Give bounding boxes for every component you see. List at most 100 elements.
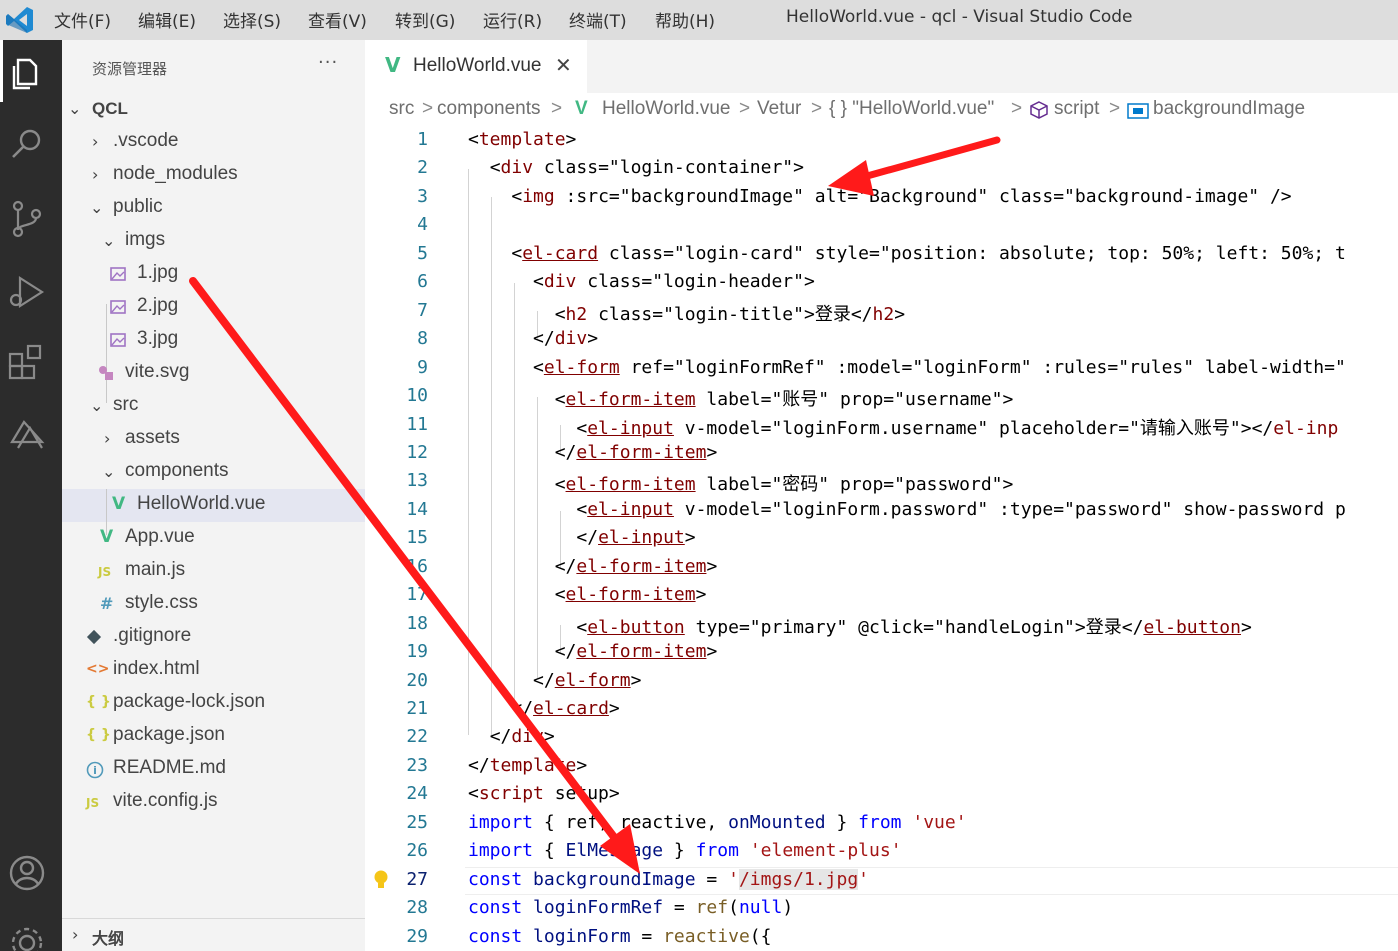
code-line[interactable]: 20 </el-form> (365, 668, 1398, 696)
code-line[interactable]: 18 <el-button type="primary" @click="han… (365, 611, 1398, 639)
code-line[interactable]: 6 <div class="login-header"> (365, 269, 1398, 297)
editor-area: V HelloWorld.vue ✕ src > components > V … (365, 40, 1398, 951)
code-line[interactable]: 7 <h2 class="login-title">登录</h2> (365, 298, 1398, 326)
code-line[interactable]: 19 </el-form-item> (365, 639, 1398, 667)
extensions-icon[interactable] (4, 340, 50, 386)
code-line[interactable]: 25 import { ref, reactive, onMounted } fr… (365, 810, 1398, 838)
menu-terminal[interactable]: 终端(T) (569, 7, 627, 32)
tree-item-helloworld-vue[interactable]: V HelloWorld.vue (62, 489, 365, 522)
tab-helloworld-vue[interactable]: V HelloWorld.vue ✕ (365, 40, 587, 93)
tree-item-components[interactable]: ⌄ components (62, 456, 365, 489)
code-text: <el-form-item> (554, 584, 707, 606)
line-number: 1 (417, 129, 428, 150)
menu-selection[interactable]: 选择(S) (223, 7, 281, 32)
breadcrumb-item[interactable]: backgroundImage (1153, 98, 1305, 120)
tree-item-imgs[interactable]: ⌄ imgs (62, 225, 365, 258)
code-line[interactable]: 29 const loginForm = reactive({ (365, 924, 1398, 951)
tree-item-3-jpg[interactable]: 3.jpg (62, 324, 365, 357)
tab-bar: V HelloWorld.vue ✕ (365, 40, 1398, 93)
menu-file[interactable]: 文件(F) (54, 7, 111, 32)
workspace-root[interactable]: ⌄ QCL (62, 93, 365, 126)
outline-section-header[interactable]: › 大纲 (62, 919, 365, 951)
breadcrumb-item[interactable]: { } "HelloWorld.vue" (829, 98, 994, 120)
tree-item-node-modules[interactable]: › node_modules (62, 159, 365, 192)
code-text: const loginForm = reactive({ (468, 925, 772, 947)
tree-item-public[interactable]: ⌄ public (62, 192, 365, 225)
line-number: 23 (406, 754, 428, 776)
accounts-icon[interactable] (4, 850, 50, 896)
menu-view[interactable]: 查看(V) (308, 7, 367, 32)
code-line[interactable]: 15 </el-input> (365, 525, 1398, 553)
code-line[interactable]: 21 </el-card> (365, 696, 1398, 724)
tree-item-src[interactable]: ⌄ src (62, 390, 365, 423)
code-text: <el-input v-model="loginForm.password" :… (576, 498, 1346, 520)
breadcrumb-item[interactable]: Vetur (757, 98, 801, 120)
tree-item-main-js[interactable]: JS main.js (62, 555, 365, 588)
code-text: import { ElMessage } from 'element-plus' (468, 840, 902, 862)
tree-item-label: package.json (113, 724, 225, 745)
tree-item-label: vite.config.js (113, 790, 218, 811)
code-line[interactable]: 10 <el-form-item label="账号" prop="userna… (365, 383, 1398, 411)
js-file-icon: JS (86, 796, 100, 810)
tree-item-gitignore[interactable]: .gitignore (62, 621, 365, 654)
menu-run[interactable]: 运行(R) (483, 7, 542, 32)
code-line[interactable]: 26 import { ElMessage } from 'element-plu… (365, 838, 1398, 866)
close-icon[interactable]: ✕ (555, 53, 572, 77)
tree-item-package-json[interactable]: { } package.json (62, 720, 365, 753)
vue-file-icon: V (100, 527, 114, 547)
tree-item-vscode[interactable]: › .vscode (62, 126, 365, 159)
image-file-icon (110, 300, 126, 314)
tree-item-style-css[interactable]: # style.css (62, 588, 365, 621)
menu-help[interactable]: 帮助(H) (655, 7, 715, 32)
code-line[interactable]: 4 (365, 212, 1398, 240)
code-line[interactable]: 3 <img :src="backgroundImage" alt="Backg… (365, 184, 1398, 212)
tree-item-readme-md[interactable]: i README.md (62, 753, 365, 786)
more-actions-icon[interactable]: ··· (318, 52, 338, 73)
tree-item-1-jpg[interactable]: 1.jpg (62, 258, 365, 291)
code-line[interactable]: 22 </div> (365, 724, 1398, 752)
tree-item-app-vue[interactable]: V App.vue (62, 522, 365, 555)
tree-item-package-lock-json[interactable]: { } package-lock.json (62, 687, 365, 720)
code-line[interactable]: 28 const loginFormRef = ref(null) (365, 895, 1398, 923)
code-line[interactable]: 9 <el-form ref="loginFormRef" :model="lo… (365, 355, 1398, 383)
css-file-icon: # (100, 594, 114, 613)
remote-icon[interactable] (4, 412, 50, 458)
code-line[interactable]: 1 <template> (365, 127, 1398, 155)
tree-item-index-html[interactable]: <> index.html (62, 654, 365, 687)
code-text: </el-card> (511, 698, 620, 719)
code-line[interactable]: 17 <el-form-item> (365, 582, 1398, 610)
settings-gear-icon[interactable] (4, 920, 50, 951)
tree-item-label: src (113, 394, 139, 415)
breadcrumb-item[interactable]: HelloWorld.vue (602, 98, 730, 120)
tree-item-assets[interactable]: › assets (62, 423, 365, 456)
code-line[interactable]: 27 const backgroundImage = '/imgs/1.jpg' (365, 867, 1398, 895)
line-number: 13 (406, 470, 428, 492)
tree-item-vite-svg[interactable]: vite.svg (62, 357, 365, 390)
code-line[interactable]: 5 <el-card class="login-card" style="pos… (365, 241, 1398, 269)
breadcrumb-item[interactable]: components (437, 98, 541, 120)
code-line[interactable]: 16 </el-form-item> (365, 554, 1398, 582)
tree-item-vite-config-js[interactable]: JS vite.config.js (62, 786, 365, 819)
chevron-down-icon: ⌄ (90, 396, 104, 415)
line-number: 27 (406, 868, 428, 890)
code-line[interactable]: 8 </div> (365, 326, 1398, 354)
run-debug-icon[interactable] (4, 268, 50, 314)
chevron-right-icon: > (422, 98, 434, 119)
code-line[interactable]: 23 </template> (365, 753, 1398, 781)
code-text: </div> (489, 726, 555, 748)
code-line[interactable]: 13 <el-form-item label="密码" prop="passwo… (365, 468, 1398, 496)
search-icon[interactable] (4, 122, 50, 168)
code-line[interactable]: 11 <el-input v-model="loginForm.username… (365, 412, 1398, 440)
chevron-right-icon: › (72, 925, 79, 944)
explorer-icon[interactable] (4, 50, 50, 96)
breadcrumb-item[interactable]: src (389, 98, 414, 120)
tree-item-2-jpg[interactable]: 2.jpg (62, 291, 365, 324)
menu-go[interactable]: 转到(G) (395, 7, 455, 32)
code-line[interactable]: 12 </el-form-item> (365, 440, 1398, 468)
code-line[interactable]: 2 <div class="login-container"> (365, 155, 1398, 183)
code-line[interactable]: 24 <script setup> (365, 781, 1398, 809)
breadcrumb-item[interactable]: script (1054, 98, 1099, 120)
code-line[interactable]: 14 <el-input v-model="loginForm.password… (365, 497, 1398, 525)
source-control-icon[interactable] (4, 196, 50, 242)
menu-edit[interactable]: 编辑(E) (138, 7, 196, 32)
